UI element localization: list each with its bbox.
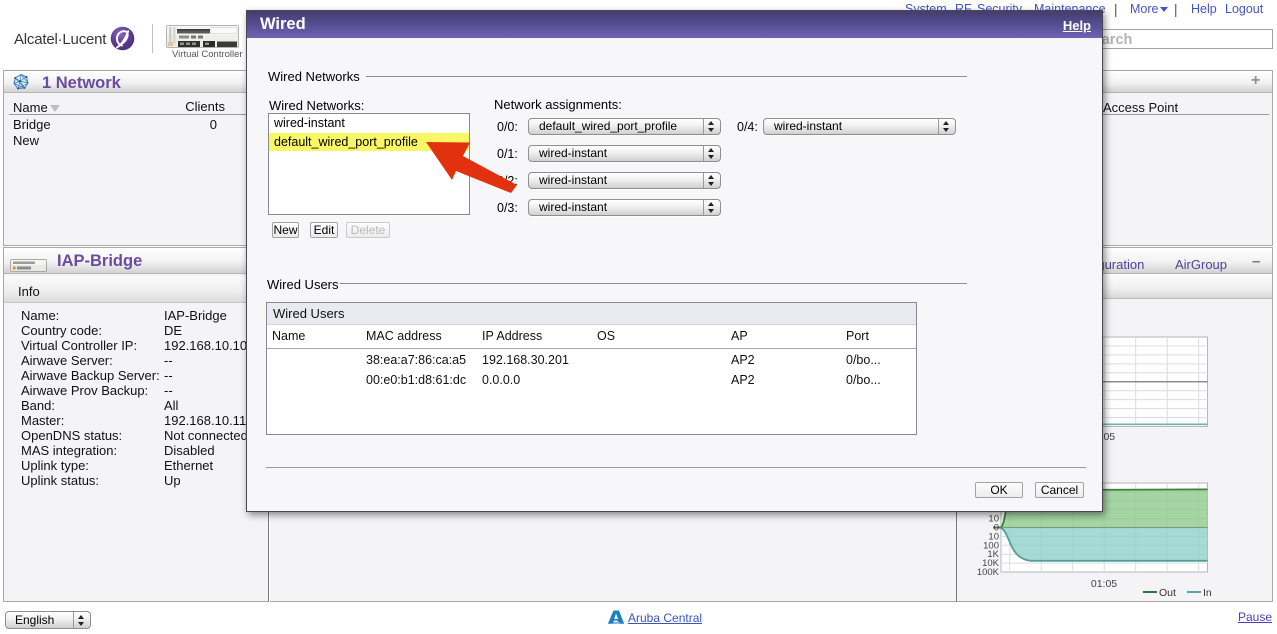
svg-text:Out: Out — [1159, 587, 1176, 599]
svg-text:01:05: 01:05 — [1091, 578, 1117, 590]
svg-text:In: In — [1203, 587, 1212, 599]
svg-text:100K: 100K — [977, 567, 1000, 578]
